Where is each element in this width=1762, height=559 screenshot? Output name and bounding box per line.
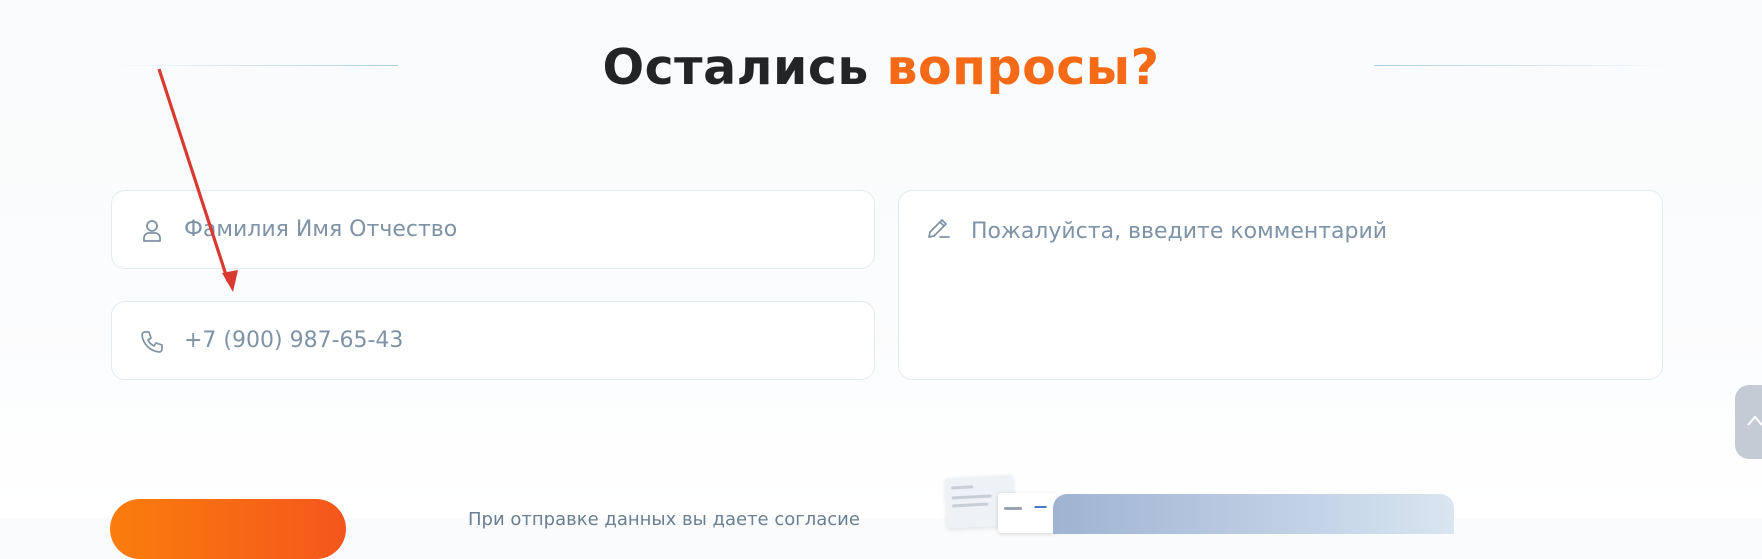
chevron-up-icon [1747, 415, 1762, 426]
scroll-to-top-button[interactable] [1735, 385, 1762, 459]
promo-card [1053, 494, 1454, 534]
phone-icon [141, 331, 163, 353]
section-title-main: Остались [602, 39, 869, 96]
phone-placeholder: +7 (900) 987-65-43 [184, 328, 404, 353]
consent-text: При отправке данных вы даете согласие [468, 509, 860, 530]
comment-placeholder: Пожалуйста, введите комментарий [971, 219, 1388, 244]
full-name-placeholder: Фамилия Имя Отчество [184, 217, 458, 242]
section-title: Остались вопросы? [0, 38, 1762, 98]
comment-field[interactable]: Пожалуйста, введите комментарий [898, 190, 1663, 380]
full-name-field[interactable]: Фамилия Имя Отчество [111, 190, 875, 269]
promo-documents-image [944, 475, 1056, 533]
user-icon [143, 220, 161, 242]
submit-button[interactable] [110, 499, 346, 559]
phone-field[interactable]: +7 (900) 987-65-43 [111, 301, 875, 380]
section-title-accent: вопросы? [886, 39, 1160, 96]
pencil-icon [928, 219, 950, 238]
